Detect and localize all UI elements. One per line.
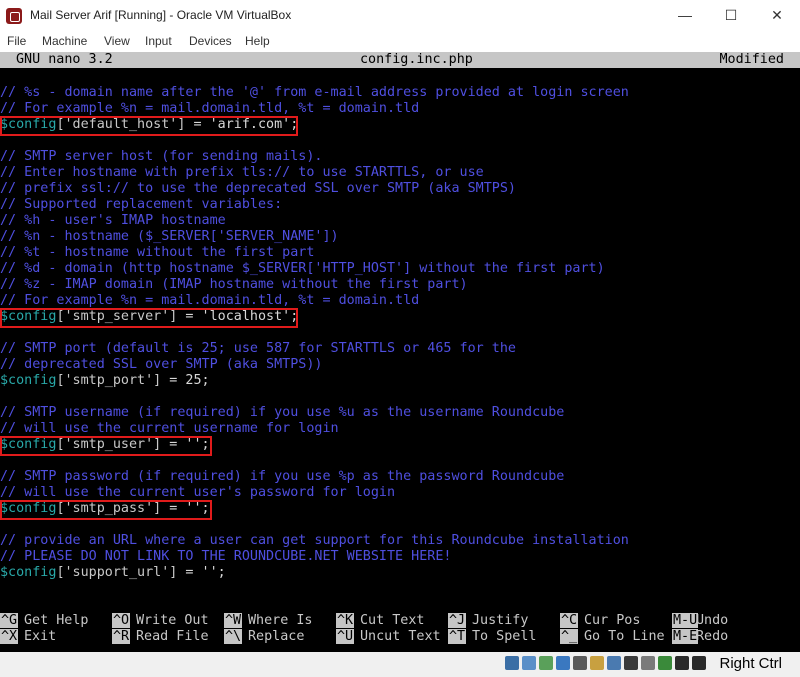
- recording-icon[interactable]: [624, 656, 638, 670]
- code-line: // For example %n = mail.domain.tld, %t …: [0, 293, 420, 308]
- code-line: // will use the current user's password …: [0, 485, 396, 500]
- vm-status-bar: Right Ctrl: [0, 652, 800, 677]
- code-line: // For example %n = mail.domain.tld, %t …: [0, 101, 420, 116]
- code-line: $config['smtp_port'] = 25;: [0, 373, 210, 389]
- shortcut-key: ^K: [336, 613, 355, 628]
- code-line: // Supported replacement variables:: [0, 197, 283, 212]
- shortcut-key: ^\: [224, 629, 243, 644]
- shortcut-label: Cur Pos: [584, 613, 641, 628]
- minimize-button[interactable]: —: [662, 0, 708, 31]
- code-line: // %h - user's IMAP hostname: [0, 213, 226, 228]
- shortcut-label: Cut Text: [360, 613, 425, 628]
- code-line: // SMTP password (if required) if you us…: [0, 469, 565, 484]
- vm-screen[interactable]: GNU nano 3.2 config.inc.php Modified // …: [0, 52, 800, 652]
- code-line: $config['support_url'] = '';: [0, 565, 226, 581]
- shortcut-key: ^J: [448, 613, 467, 628]
- menu-machine[interactable]: Machine: [42, 34, 87, 48]
- code-line: // provide an URL where a user can get s…: [0, 533, 629, 548]
- nano-app-name: GNU nano 3.2: [16, 52, 113, 67]
- shortcut-key: ^_: [560, 629, 579, 644]
- config-value: = 25;: [161, 373, 210, 388]
- menu-view[interactable]: View: [104, 34, 130, 48]
- shared-folder-icon[interactable]: [590, 656, 604, 670]
- code-line: // PLEASE DO NOT LINK TO THE ROUNDCUBE.N…: [0, 549, 452, 564]
- shortcut-label: Undo: [696, 613, 729, 628]
- shortcut-label: Exit: [24, 629, 57, 644]
- code-line: // deprecated SSL over SMTP (aka SMTPS)): [0, 357, 323, 372]
- menu-help[interactable]: Help: [245, 34, 270, 48]
- code-line: // Enter hostname with prefix tls:// to …: [0, 165, 484, 180]
- code-line: // SMTP port (default is 25; use 587 for…: [0, 341, 516, 356]
- code-line: // prefix ssl:// to use the deprecated S…: [0, 181, 516, 196]
- shortcut-label: Where Is: [248, 613, 313, 628]
- menu-input[interactable]: Input: [145, 34, 172, 48]
- shortcut-label: Uncut Text: [360, 629, 441, 644]
- config-variable: $config: [0, 373, 57, 388]
- highlight-smtp-server: [0, 308, 298, 328]
- close-button[interactable]: ✕: [754, 0, 800, 31]
- maximize-button[interactable]: ☐: [708, 0, 754, 31]
- highlight-default-host: [0, 116, 298, 136]
- shortcut-label: Replace: [248, 629, 305, 644]
- shortcut-label: Read File: [136, 629, 209, 644]
- code-line: // %n - hostname ($_SERVER['SERVER_NAME'…: [0, 229, 339, 244]
- shortcut-key: ^W: [224, 613, 243, 628]
- virtualbox-icon: [6, 8, 22, 24]
- shortcut-label: Get Help: [24, 613, 89, 628]
- title-bar: Mail Server Arif [Running] - Oracle VM V…: [0, 0, 800, 31]
- code-line: // %t - hostname without the first part: [0, 245, 315, 260]
- shortcut-key: ^X: [0, 629, 19, 644]
- code-line: // %z - IMAP domain (IMAP hostname witho…: [0, 277, 468, 292]
- shortcut-key: M-E: [672, 629, 699, 644]
- config-variable: $config: [0, 565, 57, 580]
- audio-icon[interactable]: [539, 656, 553, 670]
- shortcut-key: ^C: [560, 613, 579, 628]
- capture-icon[interactable]: [658, 656, 672, 670]
- display-icon[interactable]: [607, 656, 621, 670]
- shortcut-key: ^G: [0, 613, 19, 628]
- vrde-icon[interactable]: [641, 656, 655, 670]
- menu-bar: File Machine View Input Devices Help: [0, 31, 800, 52]
- code-line: // will use the current username for log…: [0, 421, 339, 436]
- usb-icon[interactable]: [573, 656, 587, 670]
- hdd-icon[interactable]: [505, 656, 519, 670]
- optical-icon[interactable]: [522, 656, 536, 670]
- menu-file[interactable]: File: [7, 34, 26, 48]
- shortcut-key: M-U: [672, 613, 699, 628]
- code-line: // SMTP server host (for sending mails).: [0, 149, 323, 164]
- shortcut-label: Write Out: [136, 613, 209, 628]
- config-key: ['smtp_port']: [56, 373, 162, 388]
- shortcut-key: ^R: [112, 629, 131, 644]
- shortcut-label: To Spell: [472, 629, 537, 644]
- host-key-label: Right Ctrl: [719, 655, 782, 672]
- window-title: Mail Server Arif [Running] - Oracle VM V…: [30, 8, 292, 22]
- menu-devices[interactable]: Devices: [189, 34, 232, 48]
- nano-status: Modified: [719, 52, 785, 67]
- highlight-smtp-pass: [0, 500, 212, 520]
- network-icon[interactable]: [556, 656, 570, 670]
- config-value: = '';: [177, 565, 226, 580]
- highlight-smtp-user: [0, 436, 212, 456]
- shortcut-key: ^O: [112, 613, 131, 628]
- code-line: // %s - domain name after the '@' from e…: [0, 85, 629, 100]
- shortcut-key: ^T: [448, 629, 467, 644]
- shortcut-key: ^U: [336, 629, 355, 644]
- code-line: // SMTP username (if required) if you us…: [0, 405, 565, 420]
- config-key: ['support_url']: [56, 565, 178, 580]
- mouse-icon[interactable]: [675, 656, 689, 670]
- shortcut-label: Justify: [472, 613, 529, 628]
- shortcut-label: Go To Line: [584, 629, 665, 644]
- nano-filename: config.inc.php: [360, 52, 473, 67]
- shortcut-label: Redo: [696, 629, 729, 644]
- nano-header: GNU nano 3.2 config.inc.php Modified: [0, 52, 800, 68]
- code-line: // %d - domain (http hostname $_SERVER['…: [0, 261, 605, 276]
- keyboard-icon[interactable]: [692, 656, 706, 670]
